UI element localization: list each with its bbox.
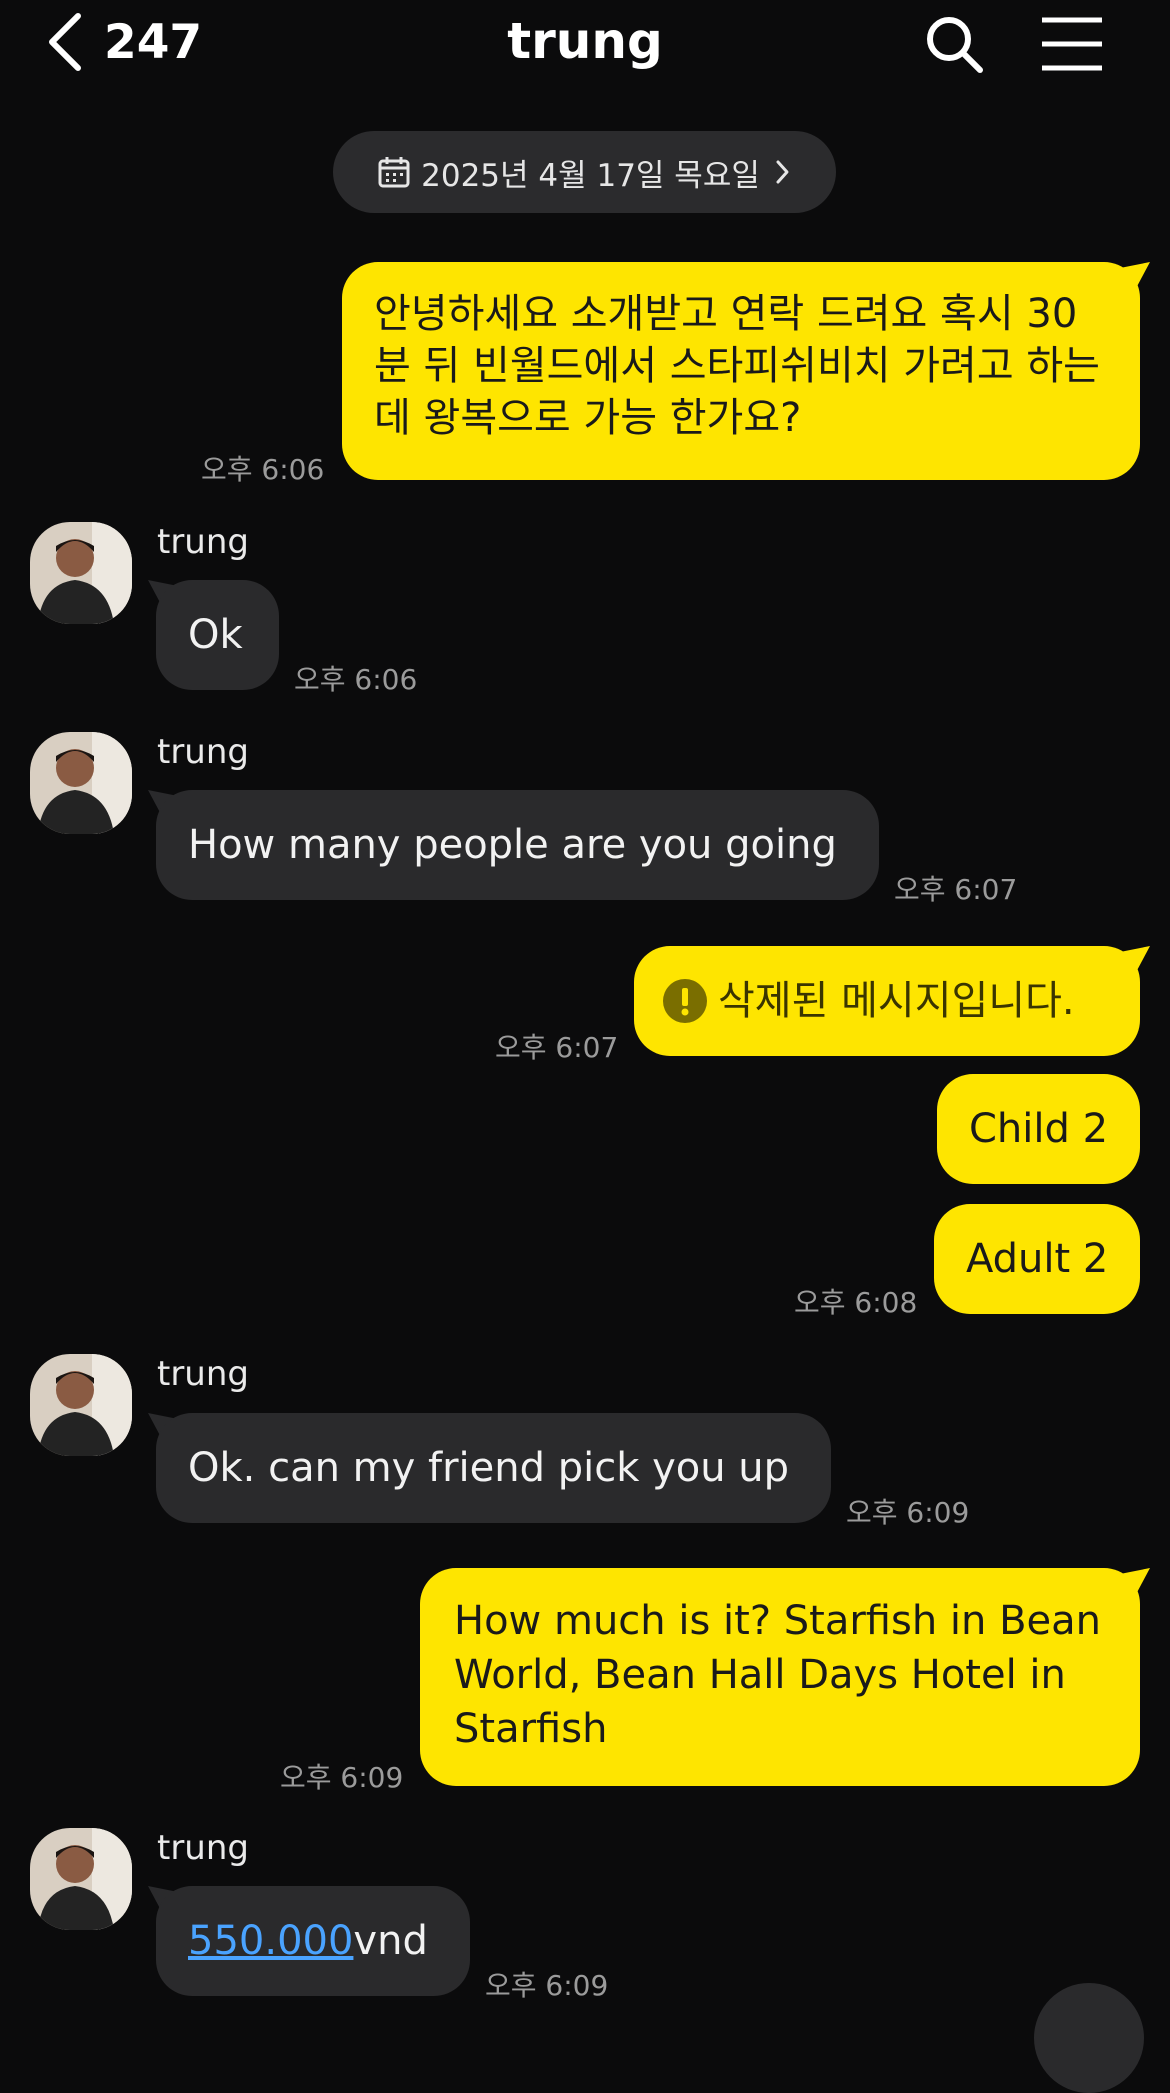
message-time: 오후 6:07 [495,1031,619,1064]
sender-name: trung [157,522,249,562]
their-message-bubble[interactable]: Ok. can my friend pick you up [156,1413,831,1523]
message-time: 오후 6:09 [485,1969,609,2002]
date-divider[interactable]: 2025년 4월 17일 목요일 [333,131,836,213]
exclamation-icon [663,979,707,1023]
menu-button[interactable] [1040,14,1104,74]
their-message-bubble[interactable]: How many people are you going [156,790,879,900]
search-button[interactable] [922,12,986,76]
message-text: Child 2 [969,1106,1109,1152]
message-text: Ok [188,612,243,658]
avatar[interactable] [30,732,132,834]
chat-title: trung [507,12,663,70]
avatar-image [30,1354,132,1456]
bubble-tail [1120,262,1150,292]
my-message-bubble[interactable]: 안녕하세요 소개받고 연락 드려요 혹시 30 분 뒤 빈월드에서 스타피쉬비치… [342,262,1140,480]
avatar[interactable] [30,1354,132,1456]
sender-name: trung [157,1828,249,1868]
message-text: vnd [353,1918,428,1964]
chevron-right-icon [776,160,789,184]
sender-name: trung [157,1354,249,1394]
their-message-bubble[interactable]: 550.000vnd [156,1886,470,1996]
message-time: 오후 6:09 [846,1496,970,1529]
bubble-tail [1120,946,1150,976]
message-time: 오후 6:09 [280,1761,404,1794]
avatar[interactable] [30,522,132,624]
message-time: 오후 6:07 [894,873,1018,906]
deleted-message-bubble[interactable]: 삭제된 메시지입니다. [634,946,1140,1056]
my-message-bubble[interactable]: Child 2 [937,1074,1140,1184]
my-message-bubble[interactable]: Adult 2 [934,1204,1140,1314]
price-link[interactable]: 550.000 [188,1918,353,1964]
avatar-image [30,1828,132,1930]
message-text: How many people are you going [188,822,837,868]
my-message-bubble[interactable]: How much is it? Starfish in Bean World, … [420,1568,1140,1786]
message-text: 안녕하세요 소개받고 연락 드려요 혹시 30 분 뒤 빈월드에서 스타피쉬비치… [374,291,1100,441]
scroll-down-button[interactable] [1034,1983,1144,2093]
chat-header: 247 trung [0,0,1170,86]
their-message-bubble[interactable]: Ok [156,580,279,690]
menu-icon [1042,17,1102,71]
sender-name: trung [157,732,249,772]
date-divider-label: 2025년 4월 17일 목요일 [421,157,760,194]
avatar[interactable] [30,1828,132,1930]
message-text: Adult 2 [966,1236,1109,1282]
message-text: How much is it? Starfish in Bean World, … [454,1598,1101,1752]
avatar-image [30,522,132,624]
message-time: 오후 6:06 [201,453,325,486]
avatar-image [30,732,132,834]
search-icon [927,17,983,73]
message-time: 오후 6:08 [794,1286,918,1319]
calendar-icon [378,157,410,188]
message-text: 삭제된 메시지입니다. [718,978,1075,1024]
message-time: 오후 6:06 [294,663,418,696]
bubble-tail [1120,1568,1150,1598]
message-text: Ok. can my friend pick you up [188,1445,790,1491]
